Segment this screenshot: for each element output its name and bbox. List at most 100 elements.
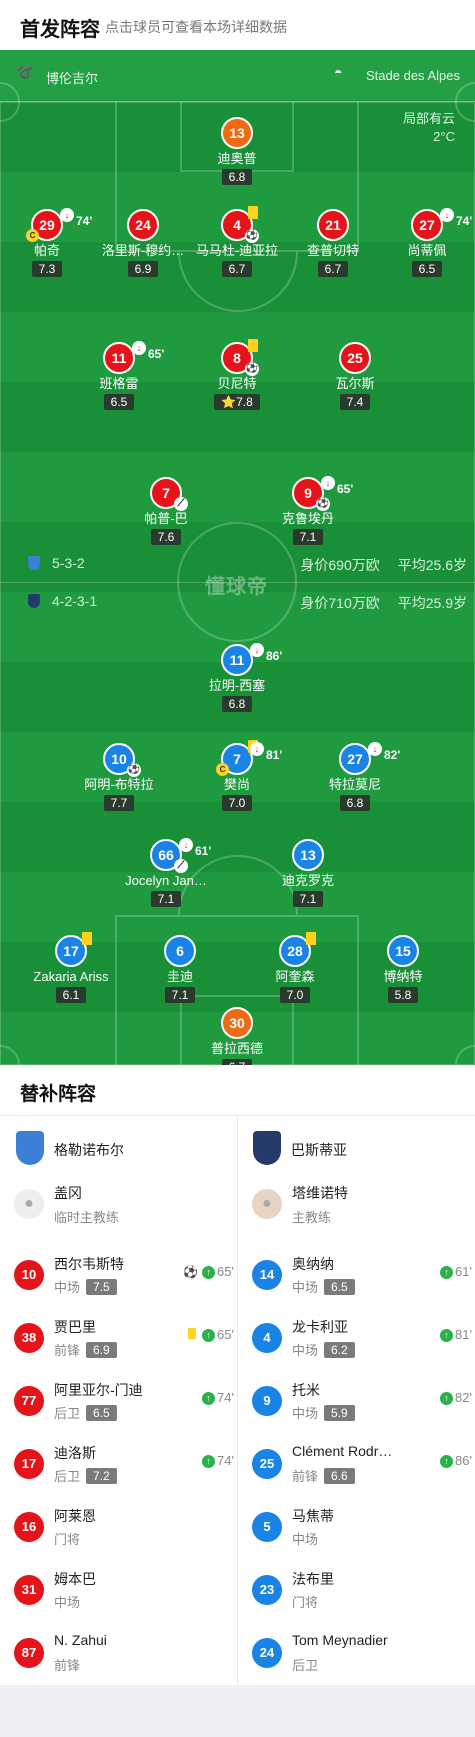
sub-name: 托米 (292, 1382, 320, 1398)
player-rating: ⭐7.8 (214, 394, 260, 410)
home-team-icon (28, 556, 40, 570)
goal-ball-icon: ⚽ (316, 497, 330, 511)
pitch-player[interactable]: 28 阿奎森 7.0 (245, 932, 345, 1004)
stadium-icon: ◓ (334, 64, 343, 80)
pitch-player[interactable]: 21 查普切特 6.7 (283, 209, 383, 278)
player-name: 阿奎森 (275, 969, 315, 984)
sub-in-icon: ↑ (440, 1455, 454, 1468)
pitch-player[interactable]: 29 ↓ 74' C 帕奇 7.3 (0, 208, 97, 278)
pitch-player[interactable]: 25 瓦尔斯 7.4 (305, 342, 405, 411)
sub-player-row[interactable]: 14 奥纳纳 中场 6.5 ↑ 61' (252, 1250, 472, 1306)
pitch-player[interactable]: 27 ↓ 82' 特拉莫尼 6.8 (305, 742, 405, 812)
sub-player-row[interactable]: 77 阿里亚尔-门迪 后卫 6.5 ↑ 74' (14, 1376, 234, 1432)
sub-player-row[interactable]: 24 Tom Meynadier 后卫 (252, 1628, 472, 1684)
sub-player-row[interactable]: 10 西尔韦斯特 中场 7.5 ⚽ ↑ 65' (14, 1250, 234, 1306)
pitch-player[interactable]: 6 圭迪 7.1 (130, 935, 230, 1004)
player-rating: 6.1 (55, 987, 87, 1003)
whistle-icon: ➰ (16, 64, 34, 80)
sub-name: N. Zahui (54, 1632, 107, 1648)
sub-player-row[interactable]: 16 阿莱恩 门将 (14, 1502, 234, 1558)
player-number: 4 ⚽ (221, 206, 259, 243)
player-number: 24 (127, 209, 159, 241)
sub-name: 姆本巴 (54, 1571, 96, 1587)
venue-city: 博伦吉尔 (46, 71, 99, 86)
pitch-player[interactable]: 8 ⚽ 贝尼特 ⭐7.8 (187, 339, 287, 411)
pitch-player[interactable]: 10 ⚽ 阿明-布特拉 7.7 (69, 743, 169, 812)
pitch-player[interactable]: 4 ⚽ 马马杜-迪亚拉 6.7 (187, 206, 287, 278)
sub-in-icon: ↑ (440, 1392, 454, 1405)
sub-player-row[interactable]: 5 马焦蒂 中场 (252, 1502, 472, 1558)
player-number: 9 ↓ 65' ⚽ (292, 476, 353, 511)
sub-player-row[interactable]: 87 N. Zahui 前锋 (14, 1628, 234, 1684)
player-number: 15 (387, 935, 419, 967)
pitch-player[interactable]: 27 ↓ 74' 尚蒂佩 6.5 (377, 208, 475, 278)
sub-minute: 65' (217, 1327, 234, 1342)
sub-in-icon: ↑ (202, 1392, 216, 1405)
pitch-player[interactable]: 11 ↓ 65' 班格雷 6.5 (69, 341, 169, 411)
bastia-logo-icon (253, 1131, 281, 1165)
player-name: 帕奇 (33, 243, 60, 258)
sub-in-icon: ↑ (202, 1455, 216, 1468)
lineup-header: 首发阵容 点击球员可查看本场详细数据 (0, 0, 475, 50)
player-number: 28 (279, 932, 316, 967)
sub-position: 中场 6.2 (292, 1340, 355, 1359)
sub-position: 后卫 6.5 (54, 1403, 117, 1422)
player-number: 66 ↓ 61' ⟋ (150, 838, 211, 873)
sub-events: ↑ 82' (440, 1390, 472, 1405)
yellow-card-icon (248, 206, 258, 219)
weather-info: 局部有云 2°C (403, 110, 455, 146)
pitch-player[interactable]: 66 ↓ 61' ⟋ Jocelyn Jan… 7.1 (116, 838, 216, 908)
sub-name: 阿里亚尔-门迪 (54, 1382, 143, 1398)
sub-events: ↑ 74' (202, 1390, 234, 1405)
player-name: 拉明-西塞 (208, 678, 266, 693)
sub-number: 31 (14, 1575, 44, 1605)
player-rating: 7.1 (292, 891, 324, 907)
sub-out-icon: ↓ (60, 208, 74, 222)
motm-star-icon: ⭐ (221, 395, 237, 409)
player-number: 11 ↓ 65' (103, 341, 164, 374)
sub-rating: 6.2 (324, 1342, 355, 1358)
pitch-player[interactable]: 13 迪克罗克 7.1 (258, 839, 358, 908)
sub-number: 24 (252, 1638, 282, 1668)
player-name: 特拉莫尼 (328, 777, 381, 792)
sub-player-row[interactable]: 23 法布里 门将 (252, 1565, 472, 1621)
player-name: 马马杜-迪亚拉 (195, 243, 279, 258)
player-name: 樊尚 (223, 777, 250, 792)
player-number: 30 (221, 1007, 253, 1039)
pitch-player[interactable]: 7 ↓ 81' C 樊尚 7.0 (187, 740, 287, 812)
player-name: Jocelyn Jan… (125, 873, 207, 888)
sub-player-row[interactable]: 9 托米 中场 5.9 ↑ 82' (252, 1376, 472, 1432)
sub-position: 前锋 6.6 (292, 1466, 355, 1485)
sub-player-row[interactable]: 25 Clément Rodr… 前锋 6.6 ↑ 86' (252, 1439, 472, 1495)
sub-player-row[interactable]: 38 贾巴里 前锋 6.9 ↑ 65' (14, 1313, 234, 1369)
away-team-name: 巴斯蒂亚 (291, 1142, 347, 1158)
pitch: ➰ 博伦吉尔 ◓ Stade des Alpes 局部有云 2°C 懂球帝 5-… (0, 50, 475, 1065)
sub-out-icon: ↓ (132, 341, 146, 355)
sub-number: 87 (14, 1638, 44, 1668)
pitch-player[interactable]: 30普拉西德6.7 (187, 1007, 287, 1065)
sub-position: 前锋 6.9 (54, 1340, 117, 1359)
sub-number: 14 (252, 1260, 282, 1290)
pitch-player[interactable]: 24 洛里斯-穆约… 6.9 (93, 209, 193, 278)
sub-number: 16 (14, 1512, 44, 1542)
pitch-player[interactable]: 7 ⟋ 帕普-巴 7.6 (116, 477, 216, 546)
player-name: 班格雷 (99, 376, 139, 391)
pitch-player[interactable]: 11 ↓ 86' 拉明-西塞 6.8 (187, 643, 287, 713)
player-number: 11 ↓ 86' (221, 643, 282, 676)
pitch-player[interactable]: 9 ↓ 65' ⚽ 克鲁埃丹 7.1 (258, 476, 358, 546)
grenoble-logo-icon (16, 1131, 44, 1165)
sub-player-row[interactable]: 4 龙卡利亚 中场 6.2 ↑ 81' (252, 1313, 472, 1369)
sub-minute: 74' (76, 214, 93, 228)
yellow-card-icon (188, 1328, 197, 1339)
sub-player-row[interactable]: 31 姆本巴 中场 (14, 1565, 234, 1621)
sub-player-row[interactable]: 17 迪洛斯 后卫 7.2 ↑ 74' (14, 1439, 234, 1495)
pitch-player[interactable]: 17 Zakaria Ariss 6.1 (21, 932, 121, 1004)
sub-position: 后卫 7.2 (54, 1466, 117, 1485)
pitch-player[interactable]: 15 博纳特 5.8 (353, 935, 453, 1004)
player-rating: 7.3 (31, 261, 63, 277)
player-number: 27 ↓ 82' (339, 742, 400, 775)
own-goal-icon: ⚽ (245, 229, 259, 243)
sub-out-icon: ↓ (179, 838, 193, 852)
pitch-player[interactable]: 13 迪奥普 6.8 (187, 117, 287, 186)
sub-minute: 61' (455, 1264, 472, 1279)
